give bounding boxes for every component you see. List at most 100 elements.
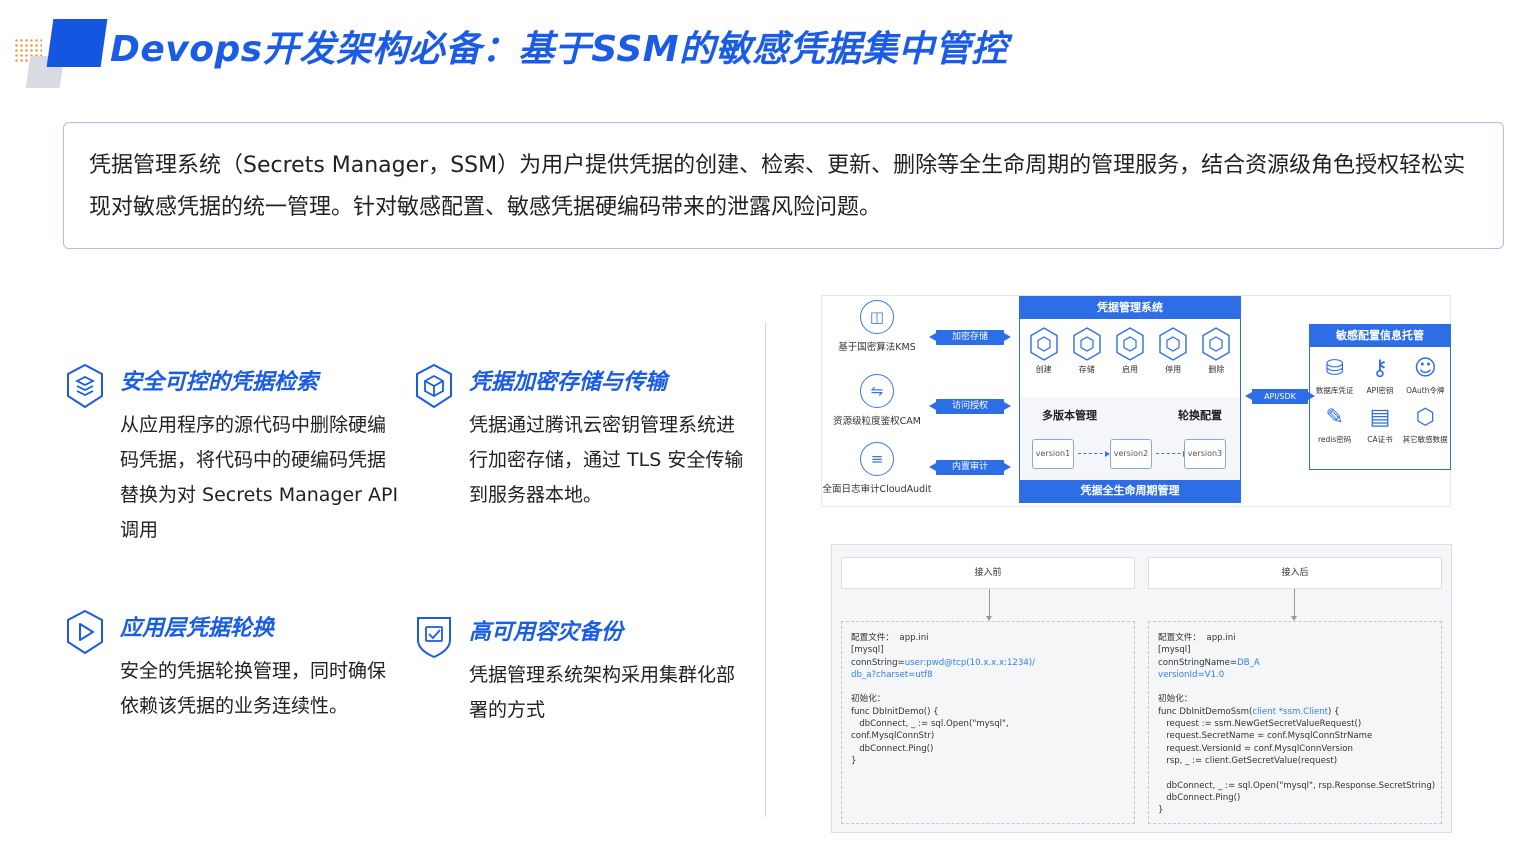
code-segment: connStringName= (1158, 657, 1238, 668)
feature-text: 安全的凭据轮换管理，同时确保依赖该凭据的业务连续性。 (120, 660, 387, 717)
intro-box: 凭据管理系统（Secrets Manager，SSM）为用户提供凭据的创建、检索… (63, 122, 1504, 249)
code-line: func DbInitDemoSsm(client *ssm.Client) { (1158, 706, 1441, 718)
key-icon: ⚷ (1371, 356, 1389, 381)
logo (14, 18, 108, 90)
code-line: dbConnect, _ := sql.Open("mysql", (851, 718, 1134, 730)
page-title: Devops开发架构必备：基于SSM的敏感凭据集中管控 (110, 29, 1008, 70)
code-after: 配置文件： app.ini [mysql] connStringName=DB_A v… (1148, 621, 1442, 824)
code-line: connString=user:pwd@tcp(10.x.x.x:1234)/ (851, 657, 1134, 669)
sensitive-item: ▤ CA证书 (1357, 402, 1402, 445)
after-label: 接入后 (1148, 557, 1442, 589)
op-enable: 启用 (1111, 327, 1149, 375)
ssm-system-box: 凭据管理系统 创建 存储 启用 停用 删除 多版本管理 轮换配置 version… (1019, 296, 1241, 503)
code-line: request.SecretName = conf.MysqlConnStrNa… (1158, 730, 1441, 742)
code-segment: dbConnect.Ping() (851, 743, 934, 754)
code-compare-panel: 接入前 接入后 配置文件： app.ini [mysql] connString=u… (831, 544, 1452, 833)
service-label: 全面日志审计CloudAudit (822, 484, 932, 495)
ssm-operations: 创建 存储 启用 停用 删除 (1020, 319, 1240, 375)
sensitive-item: ⛁ 数据库凭证 (1312, 353, 1357, 396)
code-line: conf.MysqlConnStr) (851, 730, 1134, 742)
hexagon-icon (1202, 327, 1231, 361)
code-line: func DbInitDemo() { (851, 706, 1134, 718)
code-segment: db_a?charset=utf8 (851, 669, 933, 680)
feature-text: 凭据管理系统架构采用集群化部署的方式 (469, 664, 736, 721)
multi-version-title: 多版本管理 (1042, 409, 1097, 422)
service-label: 基于国密算法KMS (838, 342, 916, 353)
code-segment: dbConnect, _ := sql.Open("mysql", (851, 719, 1009, 730)
code-line (1158, 767, 1441, 779)
op-disable: 停用 (1154, 327, 1192, 375)
code-segment: request := ssm.NewGetSecretValueRequest(… (1158, 719, 1362, 730)
code-segment: 初始化： (851, 694, 886, 705)
cube-icon: ⬡ (1415, 405, 1435, 430)
code-line: dbConnect.Ping() (851, 743, 1134, 755)
code-line (851, 681, 1134, 693)
code-line: connStringName=DB_A (1158, 657, 1441, 669)
intro-text: 凭据管理系统（Secrets Manager，SSM）为用户提供凭据的创建、检索… (89, 153, 1466, 220)
code-line: 配置文件： app.ini (851, 632, 1134, 644)
code-segment: connString= (851, 657, 905, 668)
code-line: db_a?charset=utf8 (851, 669, 1134, 681)
code-before: 配置文件： app.ini [mysql] connString=user:pwd@… (841, 621, 1135, 824)
sensitive-item: ⬡ 其它敏感数据... (1403, 402, 1448, 445)
code-segment: [mysql] (1158, 645, 1191, 656)
feature-title: 应用层凭据轮换 (120, 616, 275, 641)
code-line: } (1158, 804, 1441, 816)
feature-title: 高可用容灾备份 (469, 620, 624, 645)
hexagon-icon (1073, 327, 1101, 361)
code-segment: rsp, _ := client.GetSecretValue(request) (1158, 755, 1338, 766)
code-segment: } (1158, 805, 1164, 816)
arrow-access-auth: 访问授权 (929, 399, 1011, 414)
code-segment: request.SecretName = conf.MysqlConnStrNa… (1158, 731, 1373, 742)
code-segment: dbConnect, _ := sql.Open("mysql", rsp.Re… (1158, 780, 1436, 791)
version-arrow (1078, 450, 1110, 457)
sensitive-config-box: 敏感配置信息托管 ⛁ 数据库凭证 ⚷ API密钥 ☺ OAuth令牌 ✎ red… (1309, 324, 1451, 470)
refresh-icon: ⇋ (860, 374, 894, 408)
service-cloudaudit: ≡ 全面日志审计CloudAudit (822, 442, 932, 495)
code-segment: dbConnect.Ping() (1158, 792, 1241, 803)
version-box: version3 (1184, 439, 1226, 469)
code-line (1158, 681, 1441, 693)
layers-shield-icon (67, 363, 103, 409)
op-store: 存储 (1068, 327, 1106, 375)
check-shield-icon (417, 617, 451, 659)
code-segment: conf.MysqlConnStr) (851, 731, 935, 742)
feature-title: 凭据加密存储与传输 (469, 370, 668, 395)
hexagon-icon (1159, 327, 1187, 361)
code-segment: client *ssm.Client (1252, 706, 1328, 717)
sensitive-title: 敏感配置信息托管 (1310, 325, 1450, 347)
service-kms: ◫ 基于国密算法KMS (822, 300, 932, 353)
arrow-encrypt-storage: 加密存储 (929, 330, 1011, 345)
log-icon: ≡ (860, 442, 894, 476)
code-line: 初始化： (1158, 693, 1441, 705)
code-segment: 初始化： (1158, 694, 1193, 705)
code-line: request := ssm.NewGetSecretValueRequest(… (1158, 718, 1441, 730)
cube-shield-icon (416, 363, 452, 409)
code-segment: user:pwd@tcp(10.x.x.x:1234)/ (904, 657, 1036, 668)
feature-text: 从应用程序的源代码中删除硬编码凭据，将代码中的硬编码凭据替换为对 Secrets… (120, 414, 399, 541)
users-icon: ☺ (1413, 356, 1437, 381)
code-segment: [mysql] (851, 645, 884, 656)
code-line: dbConnect, _ := sql.Open("mysql", rsp.Re… (1158, 780, 1441, 792)
arrow-built-in-audit: 内置审计 (929, 460, 1011, 475)
code-line: request.VersionId = conf.MysqlConnVersio… (1158, 743, 1441, 755)
code-segment: ) { (1327, 706, 1340, 717)
rotation-title: 轮换配置 (1178, 409, 1222, 422)
service-label: 资源级粒度鉴权CAM (833, 416, 921, 427)
feature-text: 凭据通过腾讯云密钥管理系统进行加密存储，通过 TLS 安全传输到服务器本地。 (469, 414, 744, 506)
sensitive-item: ☺ OAuth令牌 (1403, 353, 1448, 396)
ssm-title: 凭据管理系统 (1020, 297, 1240, 319)
after-arrow (1291, 589, 1297, 621)
certificate-icon: ▤ (1369, 405, 1391, 430)
database-icon: ⛁ (1325, 356, 1344, 381)
code-segment: func DbInitDemo() { (851, 706, 939, 717)
code-segment: 配置文件： app.ini (1158, 633, 1236, 643)
hexagon-icon (1116, 327, 1144, 361)
code-segment: 配置文件： app.ini (851, 633, 929, 643)
op-delete: 删除 (1197, 327, 1235, 375)
sensitive-items: ⛁ 数据库凭证 ⚷ API密钥 ☺ OAuth令牌 ✎ redis密码 ▤ CA… (1310, 347, 1450, 445)
code-line: versionId=V1.0 (1158, 669, 1441, 681)
lifecycle-bar: 凭据全生命周期管理 (1020, 480, 1240, 502)
